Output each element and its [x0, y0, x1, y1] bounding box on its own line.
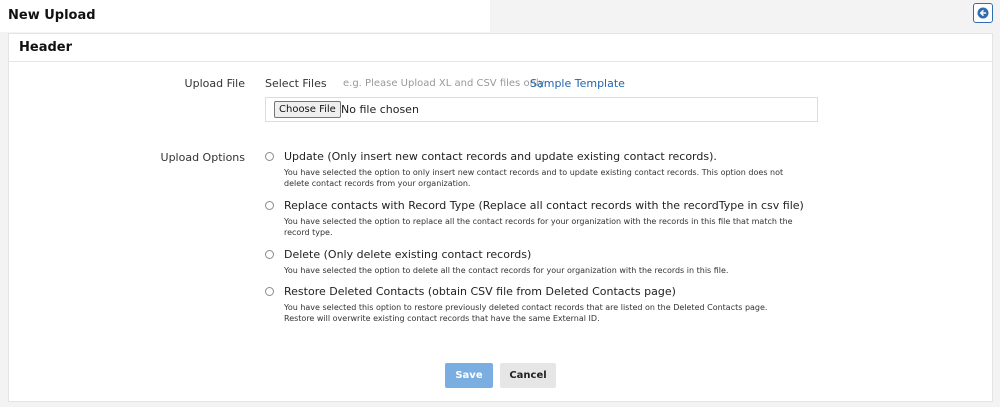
option-description: You have selected this option to restore…	[284, 303, 768, 323]
option-description: You have selected the option to delete a…	[284, 266, 729, 275]
page-title: New Upload	[8, 8, 96, 23]
arrow-left-icon	[977, 7, 989, 19]
card-header: Header	[9, 34, 992, 62]
radio-delete[interactable]	[265, 250, 274, 259]
option-description: You have selected the option to replace …	[284, 217, 793, 237]
upload-options-label: Upload Options	[160, 151, 245, 164]
file-input[interactable]: Choose File No file chosen	[265, 97, 818, 122]
save-button[interactable]: Save	[445, 363, 493, 388]
upload-file-label: Upload File	[184, 77, 245, 90]
option-title: Replace contacts with Record Type (Repla…	[284, 199, 804, 212]
back-button[interactable]	[973, 3, 993, 23]
option-title: Restore Deleted Contacts (obtain CSV fil…	[284, 285, 676, 298]
file-status: No file chosen	[341, 103, 419, 116]
title-bar: New Upload	[0, 0, 490, 32]
choose-file-button[interactable]: Choose File	[274, 101, 341, 118]
radio-restore[interactable]	[265, 287, 274, 296]
radio-update[interactable]	[265, 152, 274, 161]
option-title: Update (Only insert new contact records …	[284, 150, 717, 163]
select-files-label: Select Files	[265, 77, 327, 90]
card-header-title: Header	[19, 40, 73, 55]
option-title: Delete (Only delete existing contact rec…	[284, 248, 532, 261]
upload-card: Header Upload File Select Files e.g. Ple…	[8, 33, 993, 402]
cancel-button[interactable]: Cancel	[500, 363, 556, 388]
sample-template-link[interactable]: Sample Template	[530, 77, 625, 90]
option-description: You have selected the option to only ins…	[284, 168, 784, 188]
file-type-hint: e.g. Please Upload XL and CSV files only	[343, 78, 545, 89]
radio-replace[interactable]	[265, 201, 274, 210]
